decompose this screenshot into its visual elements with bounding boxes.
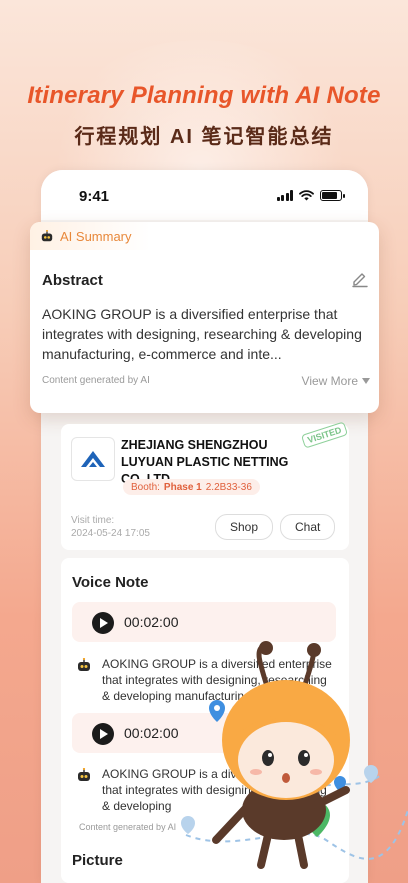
audio-duration: 00:02:00 — [124, 614, 179, 630]
shop-button[interactable]: Shop — [215, 514, 274, 540]
ai-generated-note: Content generated by AI — [79, 822, 177, 832]
ai-summary-tag: AI Summary — [30, 222, 150, 250]
voice-note-title: Voice Note — [72, 574, 149, 591]
chat-button[interactable]: Chat — [280, 514, 336, 540]
play-icon[interactable] — [92, 723, 114, 745]
wifi-icon — [299, 190, 314, 201]
company-card[interactable]: ZHEJIANG SHENGZHOU LUYUAN PLASTIC NETTIN… — [61, 421, 349, 550]
headline-chinese: 行程规划 AI 笔记智能总结 — [74, 126, 334, 148]
robot-icon — [78, 658, 90, 671]
location-pin-icon — [209, 700, 225, 722]
play-icon[interactable] — [92, 612, 114, 634]
picture-section-title: Picture — [72, 852, 123, 869]
audio-player[interactable]: 00:02:00 — [72, 602, 336, 642]
ai-summary-card: AI Summary Abstract AOKING GROUP is a di… — [30, 222, 379, 413]
ai-generated-note: Content generated by AI — [42, 375, 150, 386]
status-icons — [276, 190, 345, 201]
visit-time-label: Visit time: — [71, 515, 115, 526]
headline-english: Itinerary Planning with AI Note — [27, 82, 381, 109]
ant-mascot-illustration — [181, 641, 408, 869]
location-pin-icon — [181, 816, 195, 834]
caret-down-icon — [362, 378, 370, 384]
status-bar: 9:41 — [41, 170, 368, 220]
view-more-button[interactable]: View More — [302, 374, 370, 388]
robot-icon — [41, 229, 53, 241]
booth-label: Booth: — [131, 481, 160, 493]
robot-icon — [78, 768, 90, 781]
view-more-label: View More — [301, 374, 358, 388]
visited-stamp: VISITED — [300, 421, 349, 449]
audio-duration: 00:02:00 — [124, 725, 179, 741]
booth-code: 2.2B33-36 — [205, 481, 252, 493]
company-logo — [71, 437, 115, 481]
booth-badge: Booth: Phase 1 2.2B33-36 — [123, 479, 260, 495]
edit-icon[interactable] — [351, 270, 369, 288]
location-pin-icon — [364, 765, 378, 783]
battery-icon — [320, 190, 345, 201]
abstract-title: Abstract — [42, 272, 103, 289]
signal-icon — [276, 190, 293, 201]
abstract-text: AOKING GROUP is a diversified enterprise… — [42, 306, 362, 362]
visit-time-value: 2024-05-24 17:05 — [71, 528, 150, 539]
ai-summary-label: AI Summary — [60, 228, 132, 244]
status-time: 9:41 — [79, 188, 110, 205]
booth-phase: Phase 1 — [163, 481, 202, 493]
